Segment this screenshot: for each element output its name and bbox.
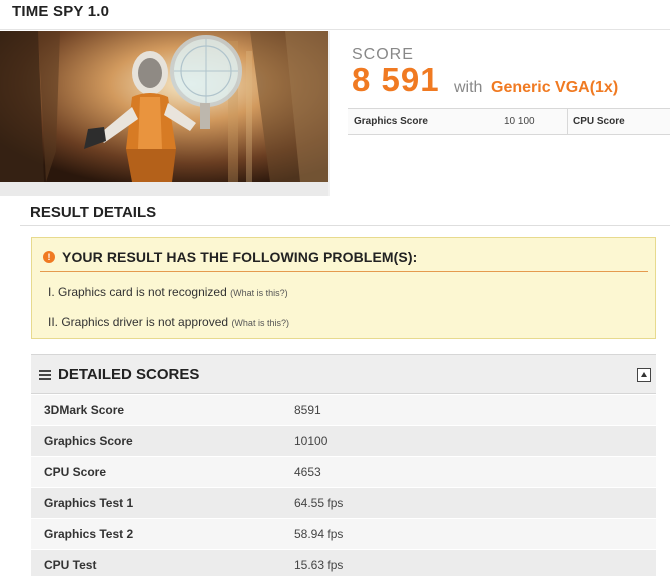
problems-title: YOUR RESULT HAS THE FOLLOWING PROBLEM(S)… [62,249,418,265]
menu-icon [39,370,51,380]
detailed-scores-title: DETAILED SCORES [58,366,200,383]
score-row-label: CPU Test [44,558,97,572]
score-row-label: Graphics Score [44,434,133,448]
detailed-scores-header[interactable]: DETAILED SCORES [31,354,656,394]
score-with-text: with [454,79,483,96]
result-details-title: RESULT DETAILS [30,204,157,221]
score-row-label: Graphics Test 2 [44,527,134,541]
problem-item: I. Graphics card is not recognized (What… [48,285,288,299]
gpu-name: Generic VGA(1x) [491,79,619,96]
graphics-score-value: 10 100 [504,116,535,127]
score-row-label: Graphics Test 1 [44,496,134,510]
what-is-this-link[interactable]: (What is this?) [231,318,289,328]
subscore-divider [567,109,568,134]
score-row-value: 15.63 fps [294,558,344,572]
subscore-bar: Graphics Score 10 100 CPU Score [348,108,670,135]
score-row-label: 3DMark Score [44,403,125,417]
overall-score: 8 591 [352,61,440,98]
score-row: Graphics Test 1 64.55 fps [31,488,656,519]
what-is-this-link[interactable]: (What is this?) [230,288,288,298]
score-row: 3DMark Score 8591 [31,395,656,426]
artwork-strip [0,182,328,196]
problem-item: II. Graphics driver is not approved (Wha… [48,315,289,329]
result-details-divider [20,225,670,226]
score-row-value: 64.55 fps [294,496,344,510]
problems-divider [40,271,648,272]
score-row: CPU Test 15.63 fps [31,550,656,576]
benchmark-artwork [0,31,328,196]
warning-icon: ! [43,251,55,263]
score-row: Graphics Test 2 58.94 fps [31,519,656,550]
problem-text: II. Graphics driver is not approved [48,315,229,329]
score-panel: SCORE 8 591 with Generic VGA(1x) Graphic… [330,31,670,196]
graphics-score-label: Graphics Score [354,116,428,127]
problems-header: ! YOUR RESULT HAS THE FOLLOWING PROBLEM(… [43,249,417,265]
benchmark-title: TIME SPY 1.0 [12,3,110,20]
detailed-scores-panel: DETAILED SCORES 3DMark Score 8591 Graphi… [31,354,656,576]
score-row: CPU Score 4653 [31,457,656,488]
score-row-value: 58.94 fps [294,527,344,541]
cpu-score-label: CPU Score [573,116,625,127]
collapse-icon[interactable] [637,368,651,382]
problems-box: ! YOUR RESULT HAS THE FOLLOWING PROBLEM(… [31,237,656,339]
problem-text: I. Graphics card is not recognized [48,285,227,299]
score-row-value: 8591 [294,403,321,417]
result-hero: SCORE 8 591 with Generic VGA(1x) Graphic… [0,31,670,196]
score-row: Graphics Score 10100 [31,426,656,457]
score-row-label: CPU Score [44,465,107,479]
score-row-value: 4653 [294,465,321,479]
top-bar: TIME SPY 1.0 [0,0,670,30]
score-row-value: 10100 [294,434,328,448]
